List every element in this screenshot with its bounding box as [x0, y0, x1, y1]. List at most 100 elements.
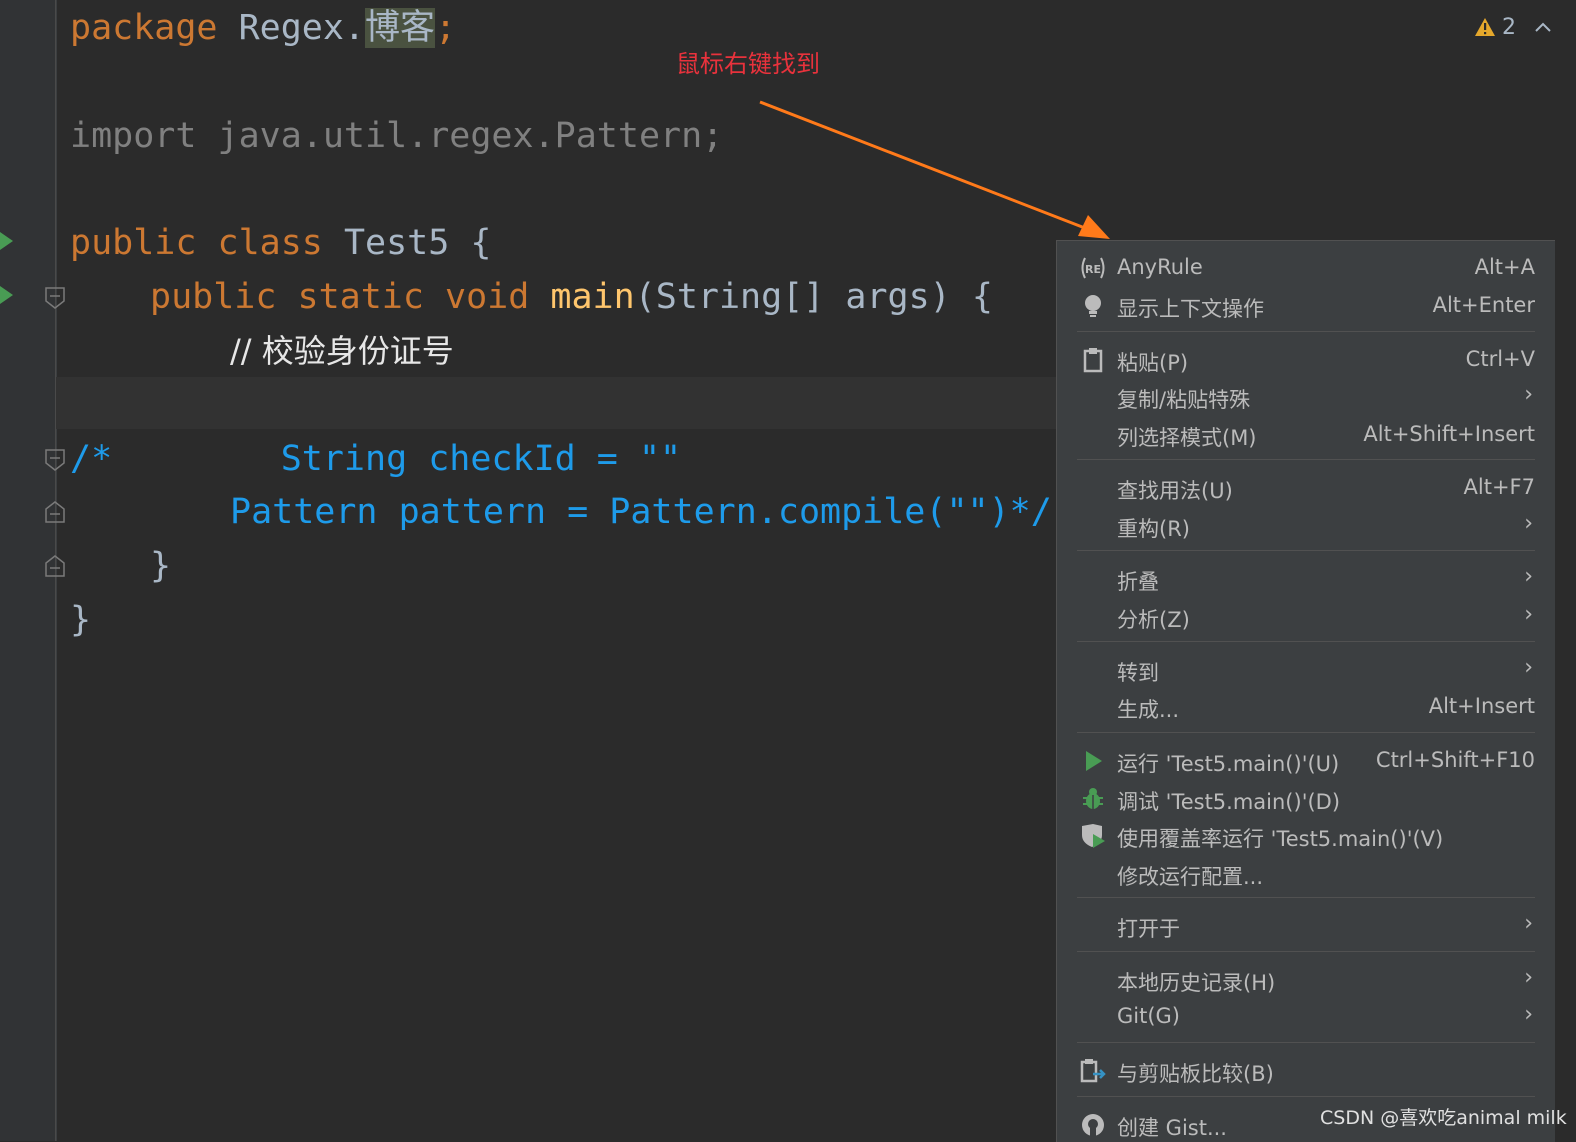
watermark: CSDN @喜欢吃animal milk — [1320, 1107, 1567, 1129]
menu-item-anyrule[interactable]: RE AnyRule Alt+A — [1057, 249, 1555, 286]
fold-collapse-icon[interactable] — [45, 287, 65, 309]
chevron-right-icon: › — [1524, 564, 1533, 589]
menu-separator — [1077, 641, 1535, 642]
menu-separator — [1077, 951, 1535, 952]
coverage-icon — [1079, 822, 1107, 850]
menu-item-label: 粘贴(P) — [1117, 351, 1189, 375]
menu-item-local-history[interactable]: 本地历史记录(H) › — [1057, 961, 1555, 998]
menu-item-git[interactable]: Git(G) › — [1057, 998, 1555, 1035]
warning-icon — [1475, 18, 1495, 36]
keyword-package: package — [70, 8, 239, 48]
semicolon: ; — [435, 8, 457, 48]
run-icon — [1079, 747, 1107, 775]
menu-item-label: 分析(Z) — [1117, 608, 1190, 632]
code-line-block-comment-1[interactable]: /* String checkId = "" — [70, 439, 681, 479]
fold-expand-end-icon[interactable] — [45, 501, 65, 523]
menu-item-label: AnyRule — [1117, 255, 1203, 279]
menu-item-label: 转到 — [1117, 661, 1159, 685]
menu-item-label: 折叠 — [1117, 570, 1159, 594]
run-main-icon[interactable] — [0, 286, 13, 304]
class-name: Test5 { — [343, 223, 492, 263]
menu-item-open-in[interactable]: 打开于 › — [1057, 907, 1555, 944]
chevron-right-icon: › — [1524, 911, 1533, 936]
menu-item-shortcut: Alt+F7 — [1463, 475, 1535, 499]
menu-item-shortcut: Ctrl+V — [1465, 347, 1535, 371]
menu-item-label: 与剪贴板比较(B) — [1117, 1062, 1274, 1086]
method-params: (String[] args) { — [634, 277, 993, 317]
menu-item-run[interactable]: 运行 'Test5.main()'(U) Ctrl+Shift+F10 — [1057, 742, 1555, 779]
menu-item-goto[interactable]: 转到 › — [1057, 651, 1555, 688]
code-line-package[interactable]: package Regex.博客; — [70, 8, 456, 48]
fold-expand-end-icon[interactable] — [45, 555, 65, 577]
menu-item-label: 打开于 — [1117, 917, 1180, 941]
context-menu: RE AnyRule Alt+A 显示上下文操作 Alt+Enter 粘贴(P)… — [1056, 240, 1555, 1142]
menu-item-shortcut: Alt+A — [1474, 255, 1535, 279]
menu-item-refactor[interactable]: 重构(R) › — [1057, 507, 1555, 544]
menu-item-folding[interactable]: 折叠 › — [1057, 560, 1555, 597]
menu-separator — [1077, 1096, 1535, 1097]
menu-separator — [1077, 331, 1535, 332]
menu-item-label: 运行 'Test5.main()'(U) — [1117, 752, 1340, 776]
menu-item-debug[interactable]: 调试 'Test5.main()'(D) — [1057, 780, 1555, 817]
menu-item-copy-paste-special[interactable]: 复制/粘贴特殊 › — [1057, 378, 1555, 415]
chevron-up-icon[interactable] — [1534, 21, 1552, 33]
menu-item-label: 重构(R) — [1117, 517, 1190, 541]
warning-count: 2 — [1502, 14, 1516, 40]
keyword-public-class: public class — [70, 223, 344, 263]
menu-item-show-context-actions[interactable]: 显示上下文操作 Alt+Enter — [1057, 287, 1555, 324]
menu-item-label: 创建 Gist... — [1117, 1116, 1227, 1140]
code-line-class[interactable]: public class Test5 { — [70, 223, 491, 263]
menu-item-label: Git(G) — [1117, 1004, 1180, 1028]
fold-collapse-icon[interactable] — [45, 449, 65, 471]
menu-separator — [1077, 459, 1535, 460]
github-icon — [1079, 1111, 1107, 1139]
keyword-modifiers: public static void — [150, 277, 551, 317]
regex-icon: RE — [1079, 254, 1107, 282]
code-line-main[interactable]: public static void main(String[] args) { — [150, 277, 993, 317]
menu-item-generate[interactable]: 生成... Alt+Insert — [1057, 688, 1555, 725]
menu-item-label: 调试 'Test5.main()'(D) — [1117, 790, 1341, 814]
code-line-comment[interactable]: // 校验身份证号 — [230, 331, 454, 371]
menu-item-analyze[interactable]: 分析(Z) › — [1057, 598, 1555, 635]
code-line-close-method[interactable]: } — [150, 546, 171, 586]
menu-item-label: 复制/粘贴特殊 — [1117, 388, 1251, 412]
inspection-widget[interactable]: 2 — [1474, 12, 1552, 42]
menu-separator — [1077, 550, 1535, 551]
caret-line-highlight — [56, 377, 1056, 429]
method-name: main — [550, 277, 635, 317]
menu-item-shortcut: Alt+Enter — [1432, 293, 1535, 317]
menu-item-shortcut: Alt+Insert — [1428, 694, 1535, 718]
menu-item-column-selection[interactable]: 列选择模式(M) Alt+Shift+Insert — [1057, 416, 1555, 453]
package-name: Regex. — [238, 8, 366, 48]
chevron-right-icon: › — [1524, 602, 1533, 627]
svg-text:RE: RE — [1085, 263, 1101, 276]
bulb-icon — [1079, 292, 1107, 320]
selected-word: 博客 — [365, 8, 436, 48]
menu-item-shortcut: Alt+Shift+Insert — [1363, 422, 1535, 446]
code-line-block-comment-2[interactable]: Pattern pattern = Pattern.compile("")*/ — [230, 492, 1052, 532]
code-line-import[interactable]: import java.util.regex.Pattern; — [70, 116, 723, 156]
compare-clipboard-icon — [1079, 1057, 1107, 1085]
menu-item-label: 查找用法(U) — [1117, 479, 1233, 503]
chevron-right-icon: › — [1524, 965, 1533, 990]
code-line-close-class[interactable]: } — [70, 600, 91, 640]
clipboard-icon — [1079, 346, 1107, 374]
menu-item-label: 本地历史记录(H) — [1117, 971, 1276, 995]
menu-separator — [1077, 732, 1535, 733]
menu-item-paste[interactable]: 粘贴(P) Ctrl+V — [1057, 341, 1555, 378]
menu-item-compare-clipboard[interactable]: 与剪贴板比较(B) — [1057, 1052, 1555, 1089]
chevron-right-icon: › — [1524, 655, 1533, 680]
menu-item-find-usages[interactable]: 查找用法(U) Alt+F7 — [1057, 469, 1555, 506]
menu-item-shortcut: Ctrl+Shift+F10 — [1375, 748, 1535, 772]
chevron-right-icon: › — [1524, 1002, 1533, 1027]
menu-item-label: 列选择模式(M) — [1117, 426, 1257, 450]
run-class-icon[interactable] — [0, 232, 13, 250]
menu-item-label: 使用覆盖率运行 'Test5.main()'(V) — [1117, 827, 1444, 851]
menu-item-run-with-coverage[interactable]: 使用覆盖率运行 'Test5.main()'(V) — [1057, 817, 1555, 854]
menu-item-label: 显示上下文操作 — [1117, 297, 1264, 321]
chevron-right-icon: › — [1524, 511, 1533, 536]
menu-item-edit-run-config[interactable]: 修改运行配置... — [1057, 855, 1555, 892]
menu-separator — [1077, 897, 1535, 898]
chevron-right-icon: › — [1524, 382, 1533, 407]
menu-item-label: 修改运行配置... — [1117, 865, 1264, 889]
